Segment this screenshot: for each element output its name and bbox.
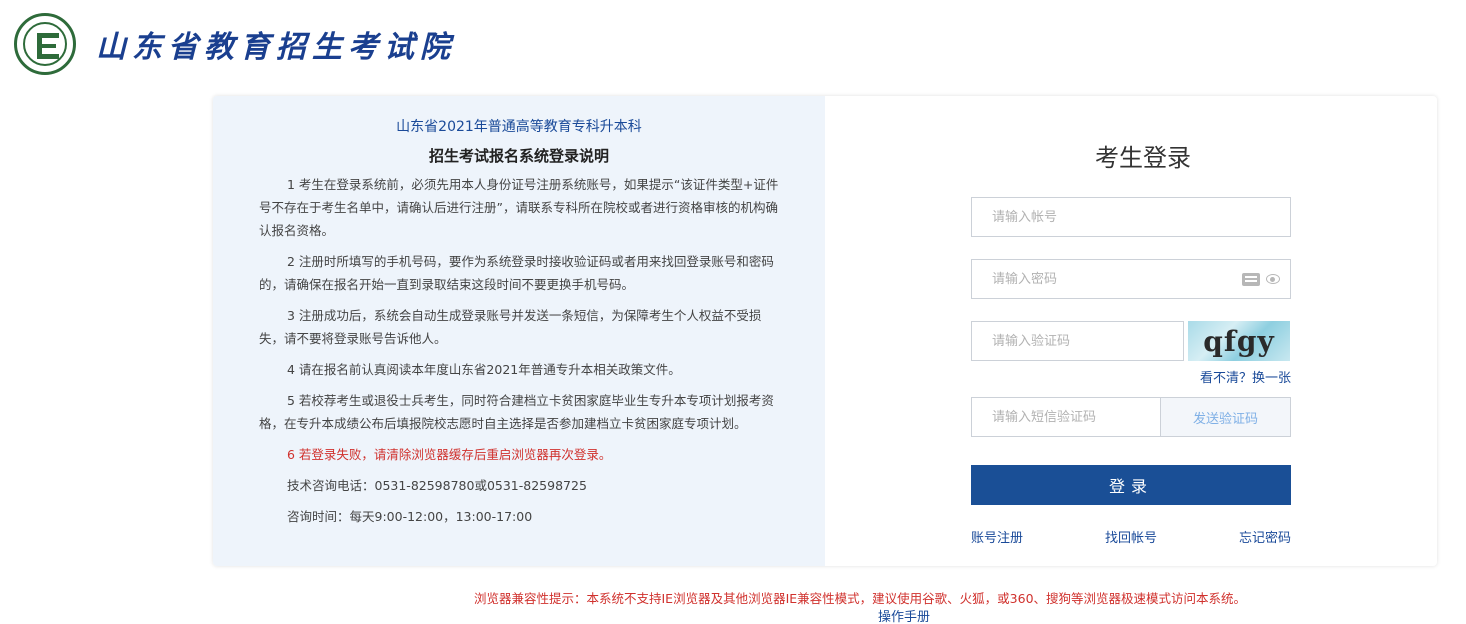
captcha-input[interactable] bbox=[972, 322, 1183, 360]
login-form: 考生登录 qfgy 看不清？换一张 发送验证码 登录 账号注册 找回帐号 忘记密… bbox=[825, 96, 1437, 566]
instruction-item: 3 注册成功后，系统会自动生成登录账号并发送一条短信，为保障考生个人权益不受损失… bbox=[259, 308, 762, 346]
show-password-eye-icon[interactable] bbox=[1266, 274, 1280, 284]
account-field bbox=[971, 197, 1291, 237]
logo-letter-e bbox=[37, 33, 59, 59]
captcha-field bbox=[971, 321, 1184, 361]
site-header: 山东省教育招生考试院 bbox=[14, 12, 456, 76]
login-button[interactable]: 登录 bbox=[971, 465, 1291, 505]
instructions-title: 山东省2021年普通高等教育专科升本科 bbox=[396, 119, 642, 135]
instructions-subtitle: 招生考试报名系统登录说明 bbox=[428, 147, 609, 165]
login-card: 山东省2021年普通高等教育专科升本科 招生考试报名系统登录说明 1 考生在登录… bbox=[213, 96, 1437, 566]
site-name: 山东省教育招生考试院 bbox=[96, 30, 456, 65]
instruction-item: 2 注册时所填写的手机号码，要作为系统登录时接收验证码或者用来找回登录账号和密码… bbox=[259, 254, 774, 292]
captcha-image[interactable]: qfgy bbox=[1188, 321, 1290, 361]
forgot-password-link[interactable]: 忘记密码 bbox=[1239, 527, 1291, 546]
site-logo-icon bbox=[14, 13, 76, 75]
support-phone: 技术咨询电话：0531-82598780或0531-82598725 bbox=[287, 478, 587, 493]
send-sms-code-button[interactable]: 发送验证码 bbox=[1160, 397, 1291, 437]
captcha-refresh-link[interactable]: 看不清？换一张 bbox=[1185, 367, 1291, 386]
user-manual-link[interactable]: 操作手册 bbox=[878, 606, 930, 624]
login-title-text: 考生登录 bbox=[1095, 144, 1191, 172]
browser-compatibility-warning: 浏览器兼容性提示：本系统不支持IE浏览器及其他浏览器IE兼容性模式，建议使用谷歌… bbox=[474, 591, 1247, 606]
login-links: 账号注册 找回帐号 忘记密码 bbox=[971, 527, 1291, 546]
account-input[interactable] bbox=[972, 198, 1290, 236]
register-link[interactable]: 账号注册 bbox=[971, 527, 1023, 546]
login-title: 考生登录 bbox=[825, 138, 1437, 173]
sms-code-input[interactable] bbox=[972, 398, 1160, 436]
find-account-link[interactable]: 找回帐号 bbox=[1105, 527, 1157, 546]
instructions-panel: 山东省2021年普通高等教育专科升本科 招生考试报名系统登录说明 1 考生在登录… bbox=[213, 96, 825, 566]
instruction-item: 1 考生在登录系统前，必须先用本人身份证号注册系统账号，如果提示“该证件类型+证… bbox=[259, 177, 779, 238]
virtual-keyboard-icon[interactable] bbox=[1242, 273, 1260, 286]
instruction-item: 4 请在报名前认真阅读本年度山东省2021年普通专升本相关政策文件。 bbox=[287, 362, 681, 377]
login-failure-warning: 6 若登录失败，请清除浏览器缓存后重启浏览器再次登录。 bbox=[287, 447, 612, 462]
logo-ring bbox=[23, 22, 67, 66]
instruction-item: 5 若校荐考生或退役士兵考生，同时符合建档立卡贫困家庭毕业生专升本专项计划报考资… bbox=[259, 393, 774, 431]
sms-code-field bbox=[971, 397, 1161, 437]
password-field bbox=[971, 259, 1291, 299]
support-hours: 咨询时间：每天9:00-12:00，13:00-17:00 bbox=[287, 509, 533, 524]
